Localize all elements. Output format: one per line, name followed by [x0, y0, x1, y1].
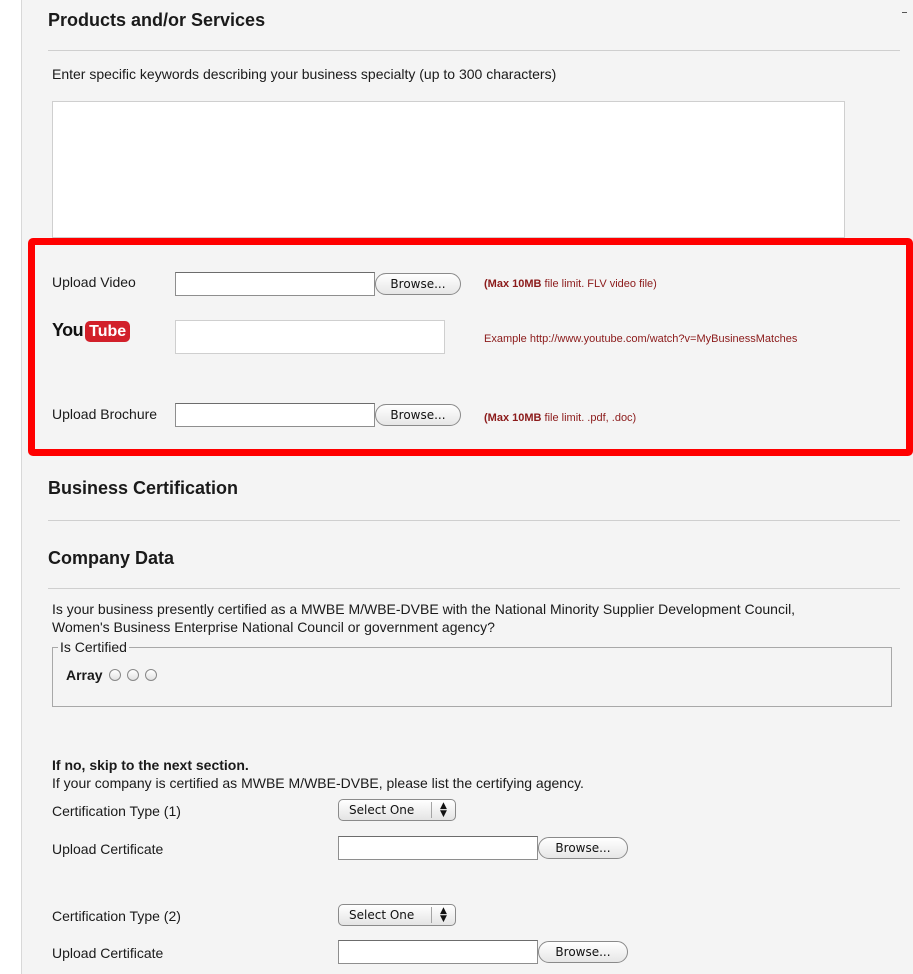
- certified-question-line1: Is your business presently certified as …: [52, 601, 796, 617]
- select-arrows-icon: ▲ ▼: [431, 802, 455, 819]
- upload-cert-1-label: Upload Certificate: [52, 841, 164, 857]
- upload-cert-1-browse-button[interactable]: Browse...: [538, 837, 628, 859]
- upload-cert-2-label: Upload Certificate: [52, 945, 164, 961]
- cert-type-1-label: Certification Type (1): [52, 803, 181, 819]
- keywords-textarea[interactable]: [52, 101, 845, 238]
- cert-type-2-selected: Select One: [349, 908, 415, 922]
- corner-mark: [902, 12, 907, 13]
- products-section-title: Products and/or Services: [48, 10, 266, 30]
- highlight-box: [28, 238, 913, 456]
- cert-type-2-label: Certification Type (2): [52, 908, 181, 924]
- is-certified-fieldset: [52, 647, 892, 707]
- is-certified-options: Array: [66, 667, 157, 683]
- is-certified-radio-2[interactable]: [126, 669, 139, 681]
- cert-type-1-selected: Select One: [349, 803, 415, 817]
- company-data-title: Company Data: [48, 548, 175, 568]
- certified-question-line2: Women's Business Enterprise National Cou…: [52, 619, 495, 635]
- certification-divider: [48, 520, 900, 521]
- list-agency-prompt: If your company is certified as MWBE M/W…: [52, 775, 584, 791]
- cert-type-2-select[interactable]: Select One ▲ ▼: [338, 904, 456, 926]
- skip-note: If no, skip to the next section.: [52, 757, 249, 773]
- business-certification-title: Business Certification: [48, 478, 239, 498]
- cert-type-1-select[interactable]: Select One ▲ ▼: [338, 799, 456, 821]
- keywords-prompt: Enter specific keywords describing your …: [52, 66, 557, 82]
- is-certified-legend: Is Certified: [58, 639, 129, 655]
- is-certified-radio-1[interactable]: [108, 669, 121, 681]
- is-certified-radio-3[interactable]: [144, 669, 157, 681]
- products-divider: [48, 50, 900, 51]
- select-arrows-icon: ▲ ▼: [431, 907, 455, 924]
- upload-cert-2-browse-button[interactable]: Browse...: [538, 941, 628, 963]
- company-data-divider: [48, 588, 900, 589]
- upload-cert-1-file-field[interactable]: [338, 836, 538, 860]
- upload-cert-2-file-field[interactable]: [338, 940, 538, 964]
- radio-group-label: Array: [66, 667, 103, 683]
